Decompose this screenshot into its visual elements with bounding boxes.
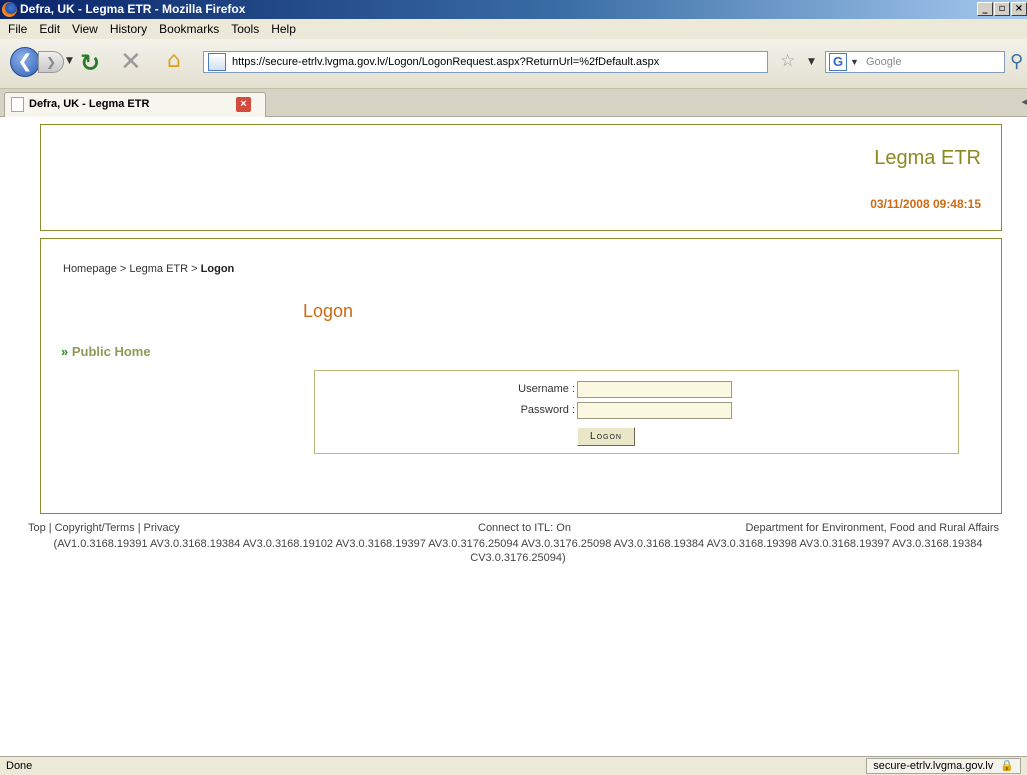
breadcrumb-current: Logon (200, 263, 235, 275)
navigation-toolbar: ❮ ❯ ▼ ↻ ✕ ⌂ https://secure-etrlv.lvgma.g… (0, 39, 1027, 89)
footer-separator: | (137, 522, 141, 534)
search-placeholder: Google (866, 56, 902, 68)
close-window-button[interactable]: × (1011, 2, 1027, 16)
username-label: Username : (518, 383, 575, 395)
tab-scroll-icon[interactable]: ◂ (1021, 95, 1027, 108)
menu-view[interactable]: View (66, 22, 104, 36)
password-label: Password : (520, 404, 575, 416)
url-text: https://secure-etrlv.lvgma.gov.lv/Logon/… (232, 56, 660, 68)
password-input[interactable] (577, 402, 732, 419)
site-header: Legma ETR 03/11/2008 09:48:15 (40, 124, 1002, 231)
itl-status: Connect to ITL: On (478, 522, 571, 534)
stop-icon[interactable]: ✕ (120, 47, 142, 77)
search-engine-dropdown-icon[interactable]: ▼ (850, 52, 859, 72)
public-home-label: Public Home (71, 344, 151, 359)
main-panel: Homepage > Legma ETR > Logon Logon » Pub… (40, 238, 1002, 514)
url-bar[interactable]: https://secure-etrlv.lvgma.gov.lv/Logon/… (203, 51, 768, 73)
back-arrow-icon: ❮ (17, 51, 33, 72)
footer-link-top[interactable]: Top (28, 522, 46, 534)
menu-tools[interactable]: Tools (225, 22, 265, 36)
status-domain-text: secure-etrlv.lvgma.gov.lv (873, 760, 994, 772)
window-title: Defra, UK - Legma ETR - Mozilla Firefox (20, 2, 246, 16)
google-icon[interactable]: G (829, 53, 847, 71)
maximize-button[interactable]: ▫ (994, 2, 1010, 16)
minimize-button[interactable]: _ (977, 2, 993, 16)
secure-domain-indicator[interactable]: secure-etrlv.lvgma.gov.lv 🔒 (866, 758, 1021, 774)
bookmark-star-icon[interactable]: ☆ (780, 51, 795, 71)
forward-arrow-icon: ❯ (45, 55, 57, 69)
padlock-icon: 🔒 (1000, 760, 1014, 772)
menu-bookmarks[interactable]: Bookmarks (153, 22, 225, 36)
firefox-icon (2, 2, 17, 17)
breadcrumb: Homepage > Legma ETR > Logon (63, 263, 234, 275)
department-name: Department for Environment, Food and Rur… (745, 522, 999, 534)
url-dropdown-icon[interactable]: ▼ (808, 57, 815, 67)
tab-legma-etr[interactable]: Defra, UK - Legma ETR × (4, 92, 266, 117)
current-datetime: 03/11/2008 09:48:15 (870, 197, 981, 211)
page-icon (208, 53, 226, 71)
back-button[interactable]: ❮ (10, 47, 40, 77)
menu-file[interactable]: File (2, 22, 33, 36)
version-info: (AV1.0.3168.19391 AV3.0.3168.19384 AV3.0… (53, 538, 983, 564)
forward-button[interactable]: ❯ (38, 51, 64, 73)
breadcrumb-separator: > (119, 263, 127, 275)
status-text: Done (6, 760, 33, 772)
footer-links: Top | Copyright/Terms | Privacy (28, 522, 180, 534)
tab-page-icon (11, 97, 24, 112)
status-bar: Done secure-etrlv.lvgma.gov.lv 🔒 (0, 756, 1027, 775)
tab-close-icon[interactable]: × (236, 97, 251, 112)
footer-separator: | (48, 522, 52, 534)
window-titlebar: Defra, UK - Legma ETR - Mozilla Firefox … (0, 0, 1027, 19)
page-content: Legma ETR 03/11/2008 09:48:15 Homepage >… (0, 118, 1027, 756)
menu-edit[interactable]: Edit (33, 22, 66, 36)
double-chevron-icon: » (61, 344, 69, 359)
password-row: Password : (315, 402, 960, 420)
breadcrumb-home[interactable]: Homepage (63, 263, 117, 275)
tab-strip: Defra, UK - Legma ETR × ◂ (0, 89, 1027, 117)
search-bar[interactable]: G ▼ Google (825, 51, 1005, 73)
username-row: Username : (315, 381, 960, 399)
home-icon[interactable]: ⌂ (167, 48, 181, 73)
logon-form: Username : Password : Logon (314, 370, 959, 454)
menu-bar: File Edit View History Bookmarks Tools H… (0, 19, 1027, 39)
menu-history[interactable]: History (104, 22, 153, 36)
tab-title: Defra, UK - Legma ETR (29, 98, 150, 110)
menu-help[interactable]: Help (265, 22, 302, 36)
site-title: Legma ETR (874, 147, 981, 169)
logon-button[interactable]: Logon (577, 427, 635, 446)
breadcrumb-separator: > (191, 263, 198, 275)
footer-link-copyright[interactable]: Copyright/Terms (55, 522, 135, 534)
reload-icon[interactable]: ↻ (80, 49, 100, 77)
search-icon[interactable]: ⚲ (1010, 51, 1023, 72)
public-home-link[interactable]: » Public Home (61, 344, 151, 359)
window-controls: _ ▫ × (976, 2, 1027, 16)
page-title: Logon (303, 301, 354, 321)
history-dropdown-icon[interactable]: ▼ (66, 56, 73, 66)
breadcrumb-section[interactable]: Legma ETR (129, 263, 188, 275)
footer-link-privacy[interactable]: Privacy (144, 522, 180, 534)
username-input[interactable] (577, 381, 732, 398)
